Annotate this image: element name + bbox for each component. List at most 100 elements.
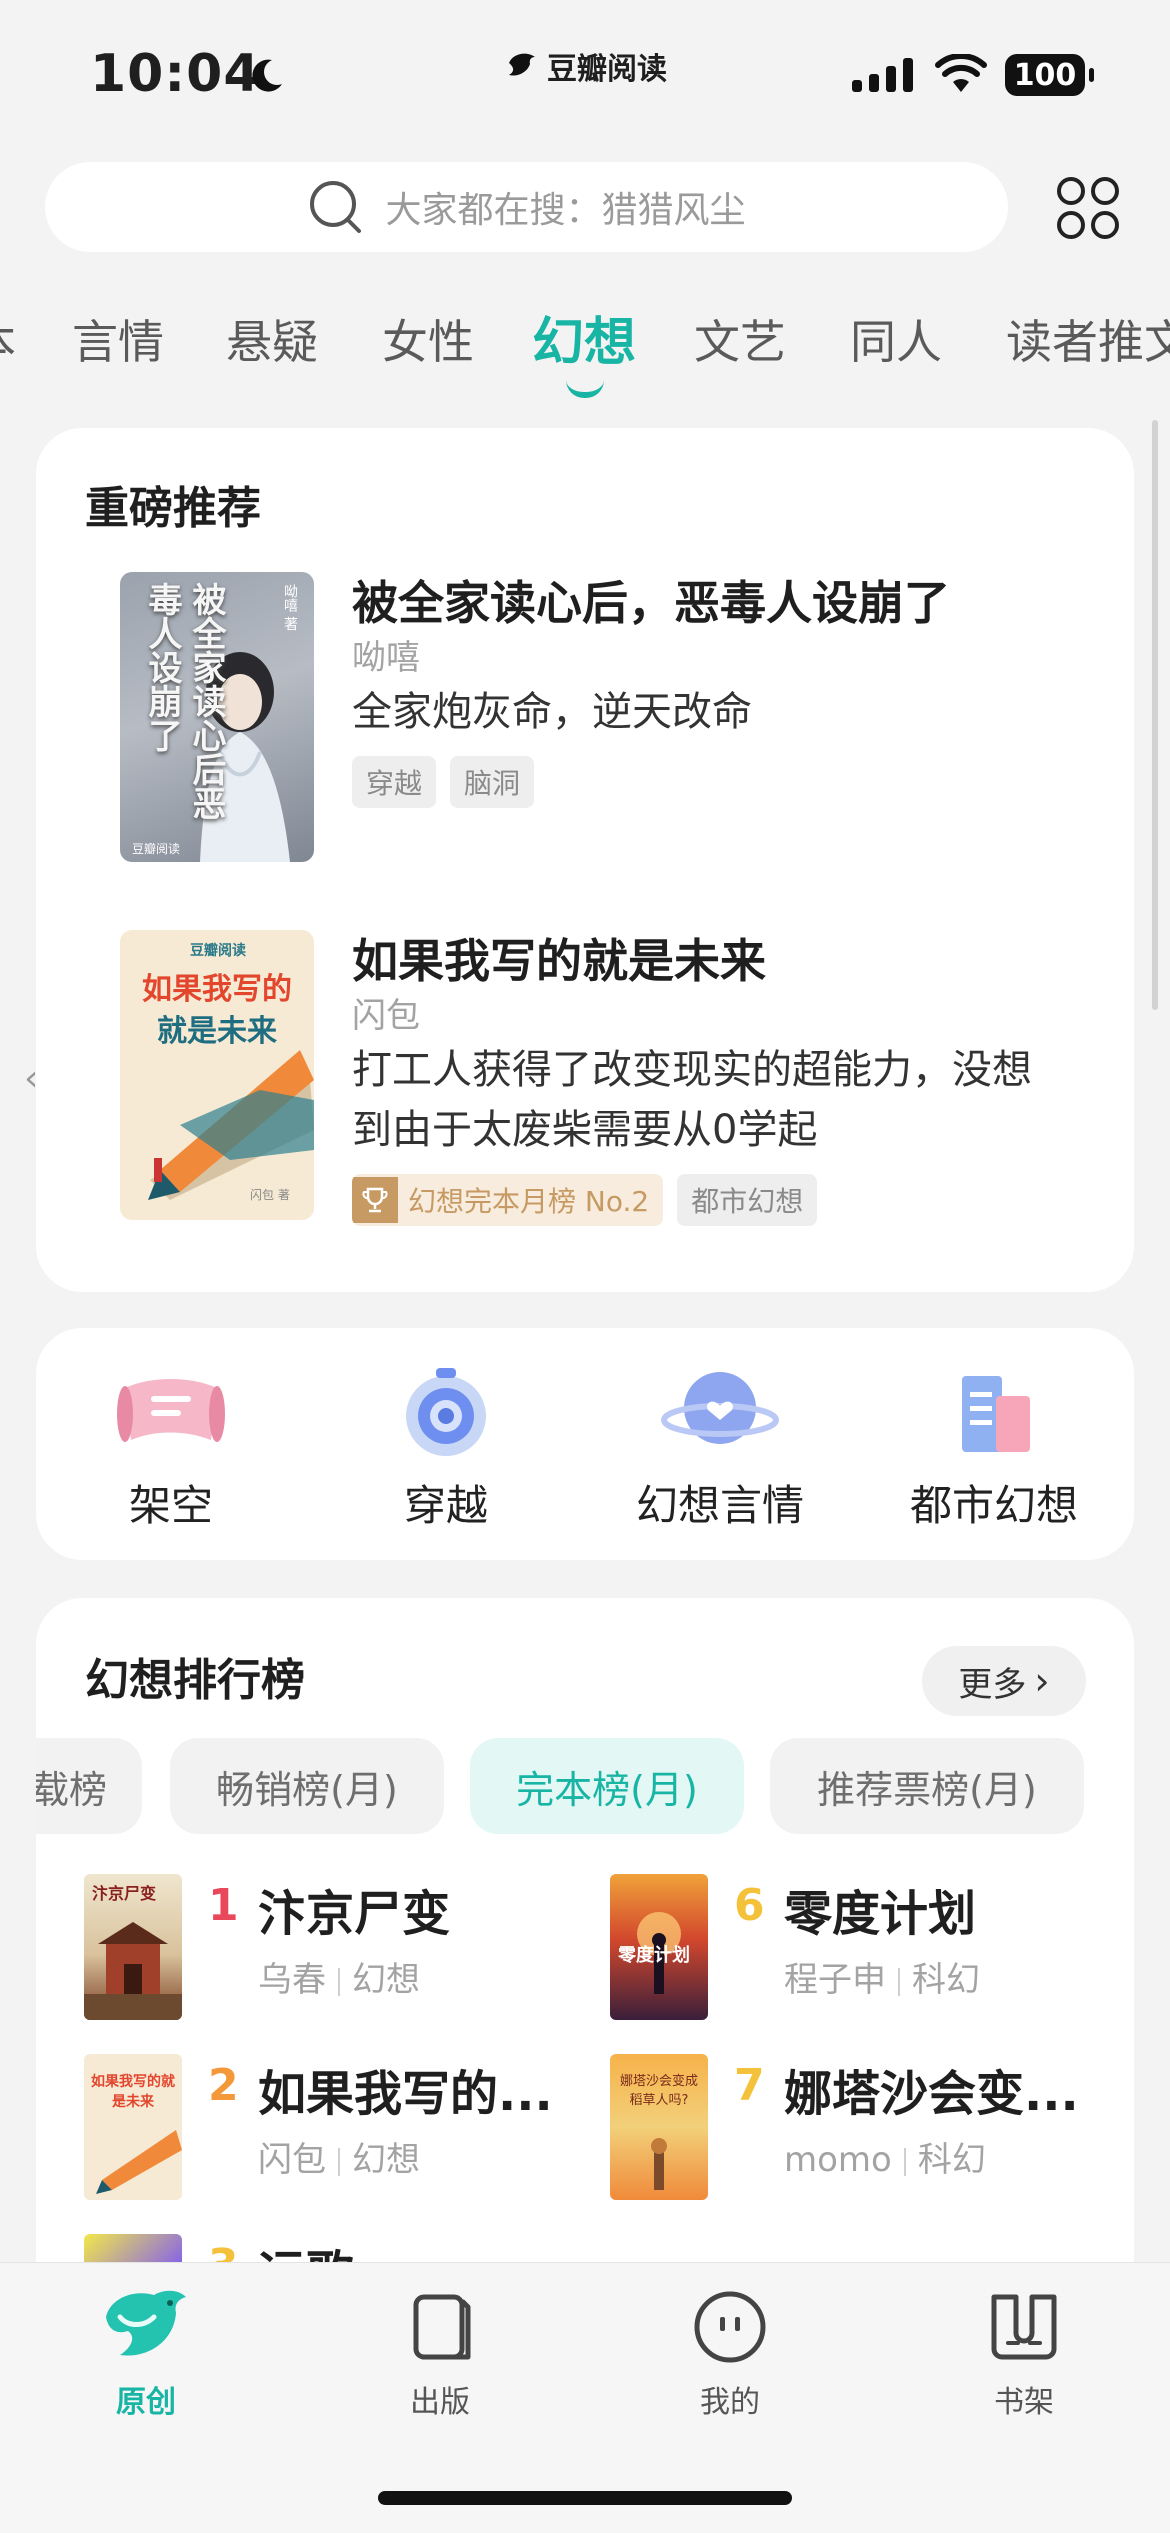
- book-author[interactable]: 呦嘻: [352, 634, 1132, 682]
- book-title[interactable]: 如果我写的...: [258, 2054, 553, 2124]
- nav-label: 出版: [410, 2385, 470, 2420]
- bird-icon: [106, 2290, 186, 2356]
- book-description: 全家炮灰命，逆天改命: [352, 689, 752, 735]
- ranking-item-7[interactable]: 娜塔沙会变成稻草人吗? 7 娜塔沙会变... momo 科幻: [610, 2054, 1130, 2202]
- book-genre: 幻想: [352, 2140, 420, 2180]
- book-icon: [413, 2294, 471, 2360]
- subcategory-dushihuanxiang[interactable]: 都市幻想: [894, 1362, 1094, 1533]
- ranking-item-6[interactable]: 零度计划 6 零度计划 程子申 科幻: [610, 1874, 1130, 2022]
- chevron-right-icon: ›: [1034, 1659, 1050, 1703]
- cover-title-text: 如果我写的就是未来: [91, 2074, 175, 2110]
- nav-yuanchuang[interactable]: 原创: [56, 2287, 236, 2421]
- book-author: 乌春: [258, 1960, 326, 2000]
- book-genre: 科幻: [912, 1960, 980, 2000]
- featured-title: 重磅推荐: [85, 483, 261, 534]
- book-author: 程子申: [784, 1960, 886, 2000]
- book-genre: 幻想: [352, 1960, 420, 2000]
- tag-chuanyue[interactable]: 穿越: [352, 756, 437, 808]
- subcategory-huanxiangyanqing[interactable]: 幻想言情: [620, 1362, 820, 1533]
- book-description-line2: 到由于太废柴需要从0学起: [352, 1107, 818, 1153]
- tab-tuijianpiao[interactable]: 推荐票榜(月): [770, 1738, 1084, 1834]
- book-cover[interactable]: 娜塔沙会变成稻草人吗?: [610, 2054, 708, 2200]
- tag-naodong[interactable]: 脑洞: [450, 756, 535, 808]
- book-title[interactable]: 汴京尸变: [258, 1874, 450, 1944]
- buildings-icon: [962, 1376, 1030, 1452]
- ranking-title: 幻想排行榜: [85, 1655, 305, 1706]
- planet-heart-icon: [661, 1372, 779, 1444]
- nav-label: 我的: [700, 2385, 760, 2420]
- cover-title-text: 被全家读心后恶毒人设崩了: [142, 582, 226, 820]
- category-grid-icon[interactable]: [1055, 175, 1121, 241]
- search-bar[interactable]: 大家都在搜：猎猎风尘: [45, 162, 1008, 252]
- battery-indicator: 100: [1005, 54, 1094, 96]
- ranking-item-1[interactable]: 汴京尸变 1 汴京尸变 乌春 幻想: [84, 1874, 604, 2022]
- cover-title-text: 娜塔沙会变成稻草人吗?: [620, 2074, 699, 2108]
- book-author[interactable]: 闪包: [352, 992, 1132, 1040]
- nav-label: 书架: [994, 2385, 1054, 2420]
- subcategory-jiakong[interactable]: 架空: [71, 1362, 271, 1533]
- book-cover[interactable]: 被全家读心后恶毒人设崩了 呦嘻 著 豆瓣阅读: [120, 572, 314, 862]
- ranking-tabs: 载榜 畅销榜(月) 完本榜(月) 推荐票榜(月): [36, 1738, 1134, 1834]
- tag-dushihuanxiang[interactable]: 都市幻想: [677, 1174, 818, 1226]
- nav-wode[interactable]: 我的: [640, 2287, 820, 2421]
- rank-number: 7: [734, 2060, 765, 2111]
- tab-category-tongren[interactable]: 同人: [850, 306, 942, 372]
- tab-lianzai[interactable]: 载榜: [36, 1738, 142, 1834]
- active-tab-indicator: [566, 380, 604, 398]
- subcategory-chuanyue[interactable]: 穿越: [346, 1362, 546, 1533]
- tab-category-huanxiang[interactable]: 幻想: [532, 306, 636, 375]
- nav-chuban[interactable]: 出版: [350, 2287, 530, 2421]
- app-brand: 豆瓣阅读: [505, 44, 667, 88]
- wifi-icon: [935, 54, 987, 92]
- ranking-item-2[interactable]: 如果我写的就是未来 2 如果我写的... 闪包 幻想: [84, 2054, 604, 2202]
- cover-title-line2: 就是未来: [157, 1014, 277, 1049]
- status-bar: 10:04 豆瓣阅读 100: [0, 0, 1170, 150]
- book-title[interactable]: 零度计划: [784, 1874, 976, 1944]
- portal-icon: [406, 1368, 486, 1456]
- rank-number: 1: [208, 1880, 239, 1931]
- featured-card: 重磅推荐 被全家读心后恶毒人设崩了 呦嘻 著 豆瓣阅读 被全家读心后，恶毒人设崩…: [36, 428, 1134, 1292]
- ranking-card: 幻想排行榜 更多 › 载榜 畅销榜(月) 完本榜(月) 推荐票榜(月) 汴京尸变…: [36, 1598, 1134, 2318]
- subcategory-label: 穿越: [403, 1481, 488, 1530]
- tab-category-yanqing[interactable]: 言情: [72, 306, 164, 372]
- chevron-left-icon: ‹: [24, 1058, 39, 1099]
- tab-category-duzhetuiwen[interactable]: 读者推文: [1006, 306, 1170, 372]
- book-meta: momo 科幻: [784, 2132, 986, 2181]
- tab-changxiao[interactable]: 畅销榜(月): [170, 1738, 444, 1834]
- featured-book-1[interactable]: 被全家读心后恶毒人设崩了 呦嘻 著 豆瓣阅读 被全家读心后，恶毒人设崩了 呦嘻 …: [120, 572, 1120, 872]
- tab-category-wenyi[interactable]: 文艺: [694, 306, 786, 372]
- scroll-icon: [117, 1379, 225, 1442]
- cover-brand: 豆瓣阅读: [132, 842, 181, 856]
- subcategory-label: 都市幻想: [909, 1481, 1078, 1530]
- book-tags: 幻想完本月榜 No.2 都市幻想: [352, 1174, 1132, 1226]
- cover-title-text: 零度计划: [618, 1945, 690, 1966]
- tab-category-xuanyi[interactable]: 悬疑: [226, 306, 318, 372]
- book-meta: 乌春 幻想: [258, 1952, 420, 2001]
- tab-category-0[interactable]: 本: [0, 306, 16, 372]
- tab-category-nvxing[interactable]: 女性: [382, 306, 474, 372]
- subcategory-card: 架空 穿越 幻想言情 都市幻想: [36, 1328, 1134, 1560]
- douban-bird-icon: [509, 53, 535, 76]
- book-cover[interactable]: 零度计划: [610, 1874, 708, 2020]
- rank-tag[interactable]: 幻想完本月榜 No.2: [352, 1174, 664, 1226]
- nav-shujia[interactable]: 书架: [934, 2287, 1114, 2421]
- rank-number: 2: [208, 2060, 239, 2111]
- book-cover[interactable]: 如果我写的就是未来: [84, 2054, 182, 2200]
- cover-title-text: 汴京尸变: [92, 1884, 157, 1903]
- rank-number: 6: [734, 1880, 765, 1931]
- book-title[interactable]: 被全家读心后，恶毒人设崩了: [352, 572, 1132, 634]
- featured-book-2[interactable]: 豆瓣阅读 如果我写的 就是未来 闪包 著 如果我写的就是未来 闪包 打工人获得了…: [120, 930, 1120, 1250]
- cover-title-line1: 如果我写的: [142, 972, 292, 1007]
- cover-brand: 豆瓣阅读: [190, 943, 246, 959]
- book-title[interactable]: 如果我写的就是未来: [352, 930, 1132, 992]
- more-button[interactable]: 更多 ›: [922, 1646, 1086, 1716]
- scrollbar[interactable]: [1152, 420, 1158, 1010]
- subcategory-label: 架空: [128, 1481, 213, 1530]
- home-indicator[interactable]: [378, 2491, 792, 2505]
- book-author: 闪包: [258, 2140, 326, 2180]
- tab-wanben[interactable]: 完本榜(月): [470, 1738, 744, 1834]
- book-title[interactable]: 娜塔沙会变...: [784, 2054, 1079, 2124]
- book-cover[interactable]: 汴京尸变: [84, 1874, 182, 2020]
- book-cover[interactable]: 豆瓣阅读 如果我写的 就是未来 闪包 著: [120, 930, 314, 1220]
- moon-icon: [252, 59, 282, 92]
